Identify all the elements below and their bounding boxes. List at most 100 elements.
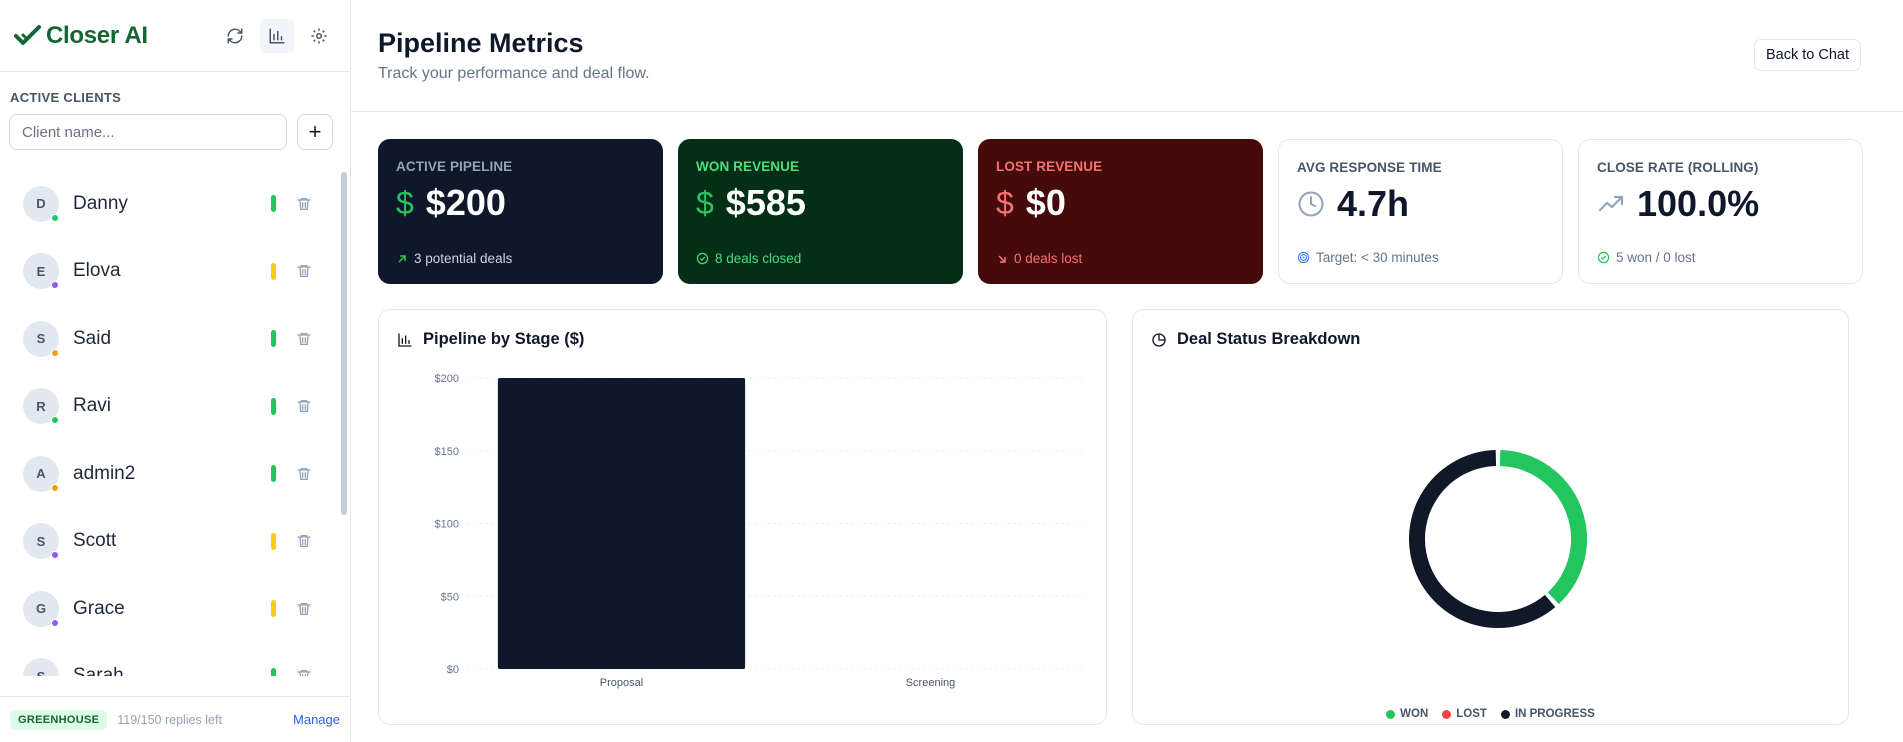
client-name: Danny xyxy=(73,192,128,214)
dollar-icon: $ xyxy=(996,184,1014,221)
status-dot xyxy=(51,348,59,357)
kpi-foot-text: 5 won / 0 lost xyxy=(1616,250,1696,265)
client-row[interactable]: S Sarah xyxy=(0,643,340,676)
lead-heat-indicator xyxy=(271,397,276,415)
check-logo-icon xyxy=(14,24,41,45)
client-row[interactable]: S Said xyxy=(0,305,340,373)
trash-icon[interactable] xyxy=(296,465,312,483)
legend-label: IN PROGRESS xyxy=(1514,708,1595,720)
trash-icon[interactable] xyxy=(296,667,312,676)
avatar: G xyxy=(23,590,59,627)
client-row[interactable]: R Ravi xyxy=(0,373,340,441)
deal-status-donut xyxy=(1409,450,1587,628)
legend-dot xyxy=(1386,709,1396,719)
client-row[interactable]: A admin2 xyxy=(0,440,340,508)
arrow-down-right-icon xyxy=(998,254,1006,263)
trash-icon[interactable] xyxy=(296,532,312,550)
check-circle-icon xyxy=(1597,251,1610,264)
kpi-label: LOST REVENUE xyxy=(996,159,1103,174)
pipeline-by-stage-panel: Pipeline by Stage ($) $0 $50 $100 $150 $200 P… xyxy=(378,309,1107,725)
avatar: E xyxy=(23,253,59,290)
status-dot xyxy=(51,551,59,560)
back-to-chat-button[interactable]: Back to Chat xyxy=(1753,39,1861,71)
refresh-icon[interactable] xyxy=(218,19,252,53)
brand-bar: Closer AI xyxy=(0,0,350,72)
avatar-initial: G xyxy=(35,601,47,617)
kpi-won-revenue: WON REVENUE $ $585 8 deals closed xyxy=(678,139,963,284)
target-icon xyxy=(1297,251,1310,264)
client-list-scrollbar[interactable] xyxy=(341,172,347,515)
client-name-input[interactable] xyxy=(9,114,287,150)
brand-logo[interactable]: Closer AI xyxy=(14,22,218,50)
bar[interactable] xyxy=(497,378,746,669)
avatar-initial: D xyxy=(36,196,46,212)
legend-dot xyxy=(1442,709,1452,719)
trending-up-icon xyxy=(1598,195,1624,212)
status-dot xyxy=(51,483,59,492)
legend-label: LOST xyxy=(1456,708,1487,720)
status-dot xyxy=(51,213,59,222)
trash-icon[interactable] xyxy=(296,600,312,618)
client-row[interactable]: S Scott xyxy=(0,508,340,576)
legend-item[interactable]: LOST xyxy=(1442,708,1487,720)
trash-icon[interactable] xyxy=(296,262,312,280)
page-title: Pipeline Metrics xyxy=(378,28,584,58)
metrics-chart-icon[interactable] xyxy=(260,18,294,53)
gear-icon[interactable] xyxy=(302,19,336,53)
client-row[interactable]: D Danny xyxy=(0,170,340,238)
kpi-foot-text: 8 deals closed xyxy=(715,251,802,266)
avatar-initial: E xyxy=(36,263,46,279)
lead-heat-indicator xyxy=(271,600,276,618)
client-name: Ravi xyxy=(73,395,112,417)
kpi-value: 100.0% xyxy=(1637,183,1760,224)
lead-heat-indicator xyxy=(271,532,276,550)
plan-badge: GREENHOUSE xyxy=(10,709,108,730)
status-dot xyxy=(51,618,59,627)
trash-icon[interactable] xyxy=(296,330,312,348)
legend-item[interactable]: WON xyxy=(1386,708,1428,720)
client-name: Sarah xyxy=(73,665,124,676)
manage-link[interactable]: Manage xyxy=(293,712,340,727)
trash-icon[interactable] xyxy=(296,195,312,213)
status-dot xyxy=(51,416,59,425)
y-tick-label: $150 xyxy=(435,446,459,458)
client-name: Elova xyxy=(73,260,121,282)
x-tick-label: Proposal xyxy=(600,677,643,689)
avatar: S xyxy=(23,658,59,676)
kpi-value: 4.7h xyxy=(1337,183,1410,224)
client-row[interactable]: E Elova xyxy=(0,238,340,306)
client-row[interactable]: G Grace xyxy=(0,575,340,643)
kpi-row: ACTIVE PIPELINE $ $200 3 potential deals… xyxy=(378,139,1863,284)
lead-heat-indicator xyxy=(271,195,276,213)
kpi-value: $585 xyxy=(725,182,806,223)
donut-legend: WON LOST IN PROGRESS xyxy=(1133,708,1848,720)
avatar: A xyxy=(23,455,59,492)
lead-heat-indicator xyxy=(271,330,276,348)
kpi-close-rate: CLOSE RATE (ROLLING) 100.0% 5 won / 0 lo… xyxy=(1578,139,1863,284)
active-clients-label: ACTIVE CLIENTS xyxy=(10,90,122,105)
avatar-initial: S xyxy=(37,669,46,676)
sidebar: Closer AI ACTIVE CLIENTS Client name... … xyxy=(0,0,351,742)
avatar-initial: S xyxy=(36,331,46,347)
client-name: admin2 xyxy=(73,462,136,484)
kpi-lost-revenue: LOST REVENUE $ $0 0 deals lost xyxy=(978,139,1263,284)
trash-icon[interactable] xyxy=(296,397,312,415)
y-tick-label: $0 xyxy=(447,664,459,676)
legend-item[interactable]: IN PROGRESS xyxy=(1500,708,1595,720)
page-header: Pipeline Metrics Track your performance … xyxy=(351,0,1903,112)
kpi-label: CLOSE RATE (ROLLING) xyxy=(1597,160,1759,175)
replies-left: 119/150 replies left xyxy=(117,712,222,727)
kpi-foot-text: Target: < 30 minutes xyxy=(1316,250,1439,265)
lead-heat-indicator xyxy=(271,465,276,483)
donut-slice-in-progress[interactable] xyxy=(1409,450,1556,628)
kpi-foot-text: 0 deals lost xyxy=(1014,251,1083,266)
lead-heat-indicator xyxy=(271,667,276,676)
add-client-button[interactable]: + xyxy=(297,114,333,150)
pipeline-bar-chart: $0 $50 $100 $150 $200 Proposal Screening xyxy=(435,373,1085,689)
kpi-value: $0 xyxy=(1025,182,1066,223)
brand-name: Closer AI xyxy=(46,21,148,49)
kpi-label: ACTIVE PIPELINE xyxy=(396,159,513,174)
donut-slice-won[interactable] xyxy=(1499,450,1587,605)
kpi-active-pipeline: ACTIVE PIPELINE $ $200 3 potential deals xyxy=(378,139,663,284)
client-name: Scott xyxy=(73,530,117,552)
